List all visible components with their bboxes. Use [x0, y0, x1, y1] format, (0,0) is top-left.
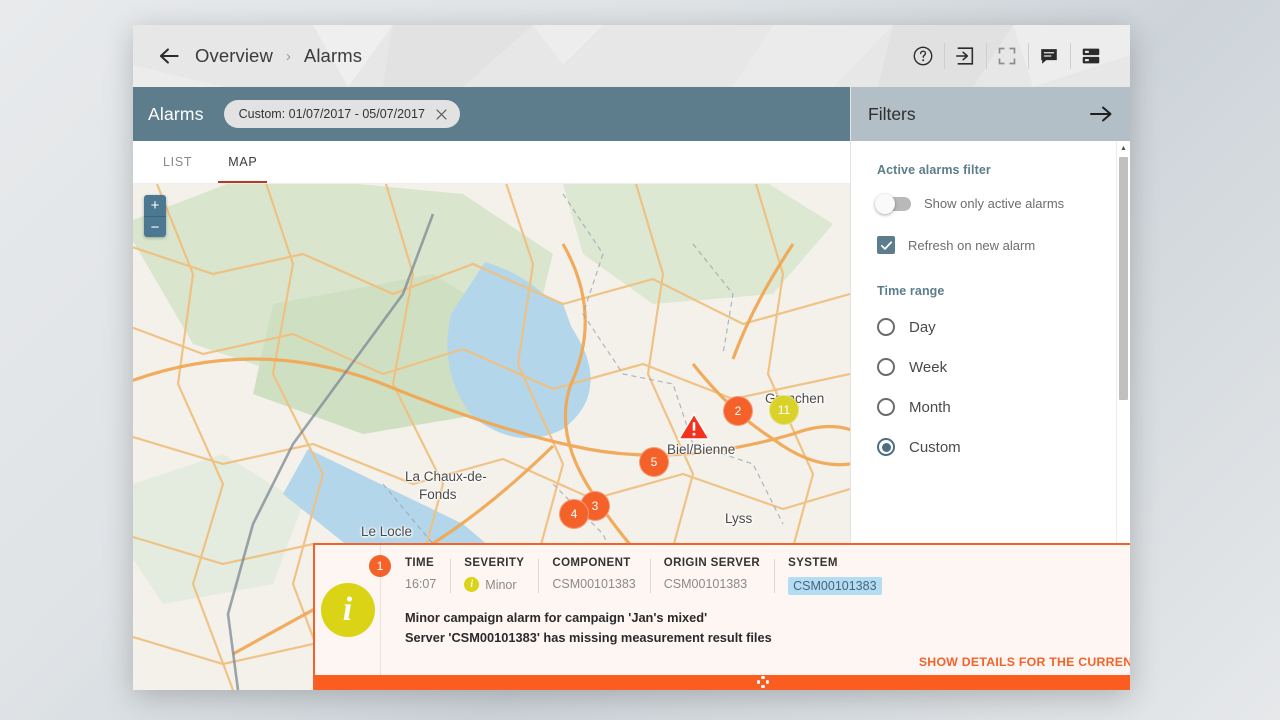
- breadcrumb: Overview › Alarms: [133, 43, 362, 69]
- alarm-meta-header: ORIGIN SERVER: [664, 557, 760, 569]
- tab-map-label: MAP: [228, 155, 257, 169]
- time-range-option-week[interactable]: Week: [877, 358, 1116, 376]
- active-alarms-section-title: Active alarms filter: [877, 163, 1116, 177]
- alarm-meta-column: SEVERITY i Minor: [450, 557, 538, 595]
- time-range-option-custom[interactable]: Custom: [877, 438, 1116, 456]
- alarm-meta-column: SYSTEM CSM00101383: [774, 557, 895, 595]
- resize-handle-icon[interactable]: [315, 675, 1130, 689]
- tab-map[interactable]: MAP: [210, 141, 275, 183]
- breadcrumb-current[interactable]: Alarms: [304, 45, 362, 67]
- app-window: Overview › Alarms: [133, 25, 1130, 690]
- tab-list[interactable]: LIST: [145, 141, 210, 183]
- alarm-meta-header: COMPONENT: [552, 557, 635, 569]
- info-icon: i: [321, 583, 375, 637]
- time-range-option-month[interactable]: Month: [877, 398, 1116, 416]
- drag-dots: [757, 676, 769, 688]
- top-bar: Overview › Alarms: [133, 25, 1130, 87]
- show-only-active-alarms-label: Show only active alarms: [924, 196, 1064, 211]
- filters-header: Filters: [851, 87, 1130, 141]
- warning-triangle-marker[interactable]: [678, 413, 710, 441]
- map-alarm-cluster-marker[interactable]: 11: [769, 395, 799, 425]
- scrollbar-thumb[interactable]: [1119, 157, 1128, 400]
- page-title: Alarms: [148, 104, 204, 125]
- show-active-alarms-row: Show only active alarms: [877, 196, 1116, 211]
- map-alarm-cluster-marker[interactable]: 2: [723, 396, 753, 426]
- alarm-meta-table: TIME 16:07 SEVERITY i Minor COMPONENT CSM00101…: [405, 557, 1130, 595]
- help-icon[interactable]: [902, 39, 944, 73]
- back-arrow-icon[interactable]: [156, 43, 182, 69]
- severity-info-icon: i: [464, 577, 479, 592]
- radio-icon[interactable]: [877, 398, 895, 416]
- alarm-message-line1: Minor campaign alarm for campaign 'Jan's…: [405, 608, 1130, 628]
- time-range-option-label: Week: [909, 359, 947, 376]
- time-range-option-label: Custom: [909, 439, 961, 456]
- arrow-right-icon[interactable]: [1088, 103, 1114, 125]
- severity-label: Minor: [485, 578, 516, 592]
- tab-list-label: LIST: [163, 155, 192, 169]
- show-only-active-alarms-toggle[interactable]: [877, 197, 911, 211]
- topbar-icon-group: [902, 39, 1130, 73]
- alarm-meta-column: ORIGIN SERVER CSM00101383: [650, 557, 774, 595]
- refresh-on-new-alarm-checkbox[interactable]: [877, 236, 895, 254]
- map-alarm-cluster-marker[interactable]: 4: [559, 499, 589, 529]
- show-details-link[interactable]: SHOW DETAILS FOR THE CURRENT ALARM: [919, 655, 1130, 669]
- alarm-meta-value: CSM00101383: [664, 577, 760, 591]
- map-alarm-cluster-marker[interactable]: 5: [639, 447, 669, 477]
- alarm-meta-value: i Minor: [464, 577, 524, 592]
- toggle-knob: [875, 194, 895, 214]
- alarm-message-line2: Server 'CSM00101383' has missing measure…: [405, 628, 1130, 648]
- view-tabs: LIST MAP: [133, 141, 850, 184]
- date-range-chip[interactable]: Custom: 01/07/2017 - 05/07/2017: [224, 100, 460, 128]
- date-range-label: Custom: 01/07/2017 - 05/07/2017: [239, 107, 425, 121]
- alarm-meta-header: SYSTEM: [788, 557, 881, 569]
- alarm-meta-column: TIME 16:07: [405, 557, 450, 595]
- filters-title: Filters: [868, 104, 916, 125]
- time-range-option-day[interactable]: Day: [877, 318, 1116, 336]
- alarm-icon-column: i 1: [315, 545, 381, 675]
- alarm-meta-header: TIME: [405, 557, 436, 569]
- time-range-option-label: Month: [909, 399, 951, 416]
- alarm-meta-value: 16:07: [405, 577, 436, 591]
- feedback-icon[interactable]: [1028, 39, 1070, 73]
- scroll-up-arrow[interactable]: ▲: [1117, 141, 1130, 155]
- radio-icon[interactable]: [877, 318, 895, 336]
- alarm-message: Minor campaign alarm for campaign 'Jan's…: [405, 608, 1130, 648]
- breadcrumb-parent[interactable]: Overview: [195, 45, 273, 67]
- map-zoom-control[interactable]: + −: [144, 195, 166, 237]
- system-chip[interactable]: CSM00101383: [788, 577, 881, 595]
- alarm-meta-value: CSM00101383: [552, 577, 635, 591]
- alarm-detail-inner: i 1 TIME 16:07 SEVERITY i Minor COMPONENT CSM0…: [315, 545, 1130, 675]
- time-range-option-label: Day: [909, 319, 936, 336]
- login-icon[interactable]: [944, 39, 986, 73]
- close-icon[interactable]: [434, 107, 449, 122]
- radio-icon[interactable]: [877, 358, 895, 376]
- time-range-radio-group: Day Week Month Custom: [877, 318, 1116, 456]
- zoom-out-button[interactable]: −: [144, 216, 166, 237]
- alarm-meta-column: COMPONENT CSM00101383: [538, 557, 649, 595]
- refresh-on-new-alarm-label: Refresh on new alarm: [908, 238, 1035, 253]
- zoom-in-button[interactable]: +: [144, 195, 166, 216]
- time-range-section-title: Time range: [877, 284, 1116, 298]
- refresh-on-new-alarm-row: Refresh on new alarm: [877, 236, 1116, 254]
- check-icon: [880, 239, 893, 252]
- radio-icon[interactable]: [877, 438, 895, 456]
- server-list-icon[interactable]: [1070, 39, 1112, 73]
- fullscreen-icon[interactable]: [986, 39, 1028, 73]
- alarm-meta-value: CSM00101383: [788, 577, 881, 595]
- breadcrumb-separator: ›: [286, 48, 291, 65]
- alarms-header: Alarms Custom: 01/07/2017 - 05/07/2017: [133, 87, 850, 141]
- alarm-detail-panel[interactable]: i 1 TIME 16:07 SEVERITY i Minor COMPONENT CSM0…: [313, 543, 1130, 690]
- alarm-detail-content: TIME 16:07 SEVERITY i Minor COMPONENT CSM00101…: [381, 545, 1130, 675]
- alarm-meta-header: SEVERITY: [464, 557, 524, 569]
